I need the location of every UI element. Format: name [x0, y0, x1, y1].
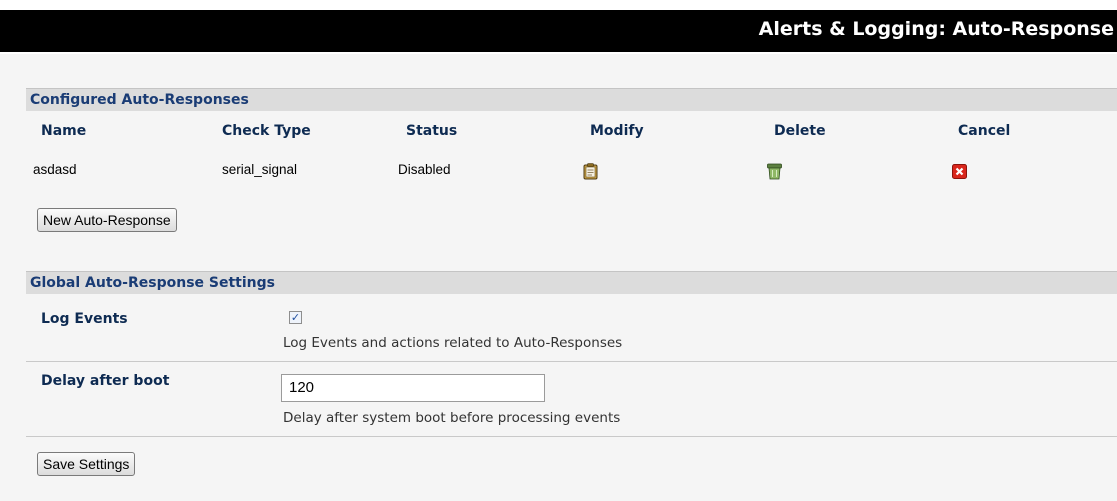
delay-after-boot-label: Delay after boot [41, 373, 170, 389]
title-bar: Alerts & Logging: Auto-Response [0, 10, 1117, 52]
row-check-type: serial_signal [222, 162, 298, 177]
close-icon[interactable] [952, 164, 967, 179]
log-events-checkbox[interactable]: ✓ [289, 311, 302, 324]
log-events-label: Log Events [41, 311, 128, 327]
divider [26, 436, 1117, 437]
log-events-help: Log Events and actions related to Auto-R… [283, 335, 623, 351]
row-status: Disabled [398, 162, 451, 177]
column-header-cancel: Cancel [958, 123, 1011, 139]
new-auto-response-button[interactable]: New Auto-Response [37, 208, 177, 232]
delay-after-boot-help: Delay after system boot before processin… [283, 410, 621, 426]
column-header-check-type: Check Type [222, 123, 311, 139]
column-header-name: Name [41, 123, 87, 139]
trash-icon[interactable] [767, 163, 782, 180]
clipboard-icon[interactable] [583, 163, 598, 180]
row-name: asdasd [33, 162, 77, 177]
column-header-status: Status [406, 123, 458, 139]
divider [26, 361, 1117, 362]
column-header-delete: Delete [774, 123, 826, 139]
column-header-modify: Modify [590, 123, 644, 139]
save-settings-button[interactable]: Save Settings [37, 452, 136, 476]
global-settings-header: Global Auto-Response Settings [26, 271, 1117, 294]
page-title: Alerts & Logging: Auto-Response [758, 18, 1114, 40]
configured-auto-responses-header: Configured Auto-Responses [26, 88, 1117, 111]
delay-after-boot-input[interactable]: 120 [281, 374, 545, 402]
